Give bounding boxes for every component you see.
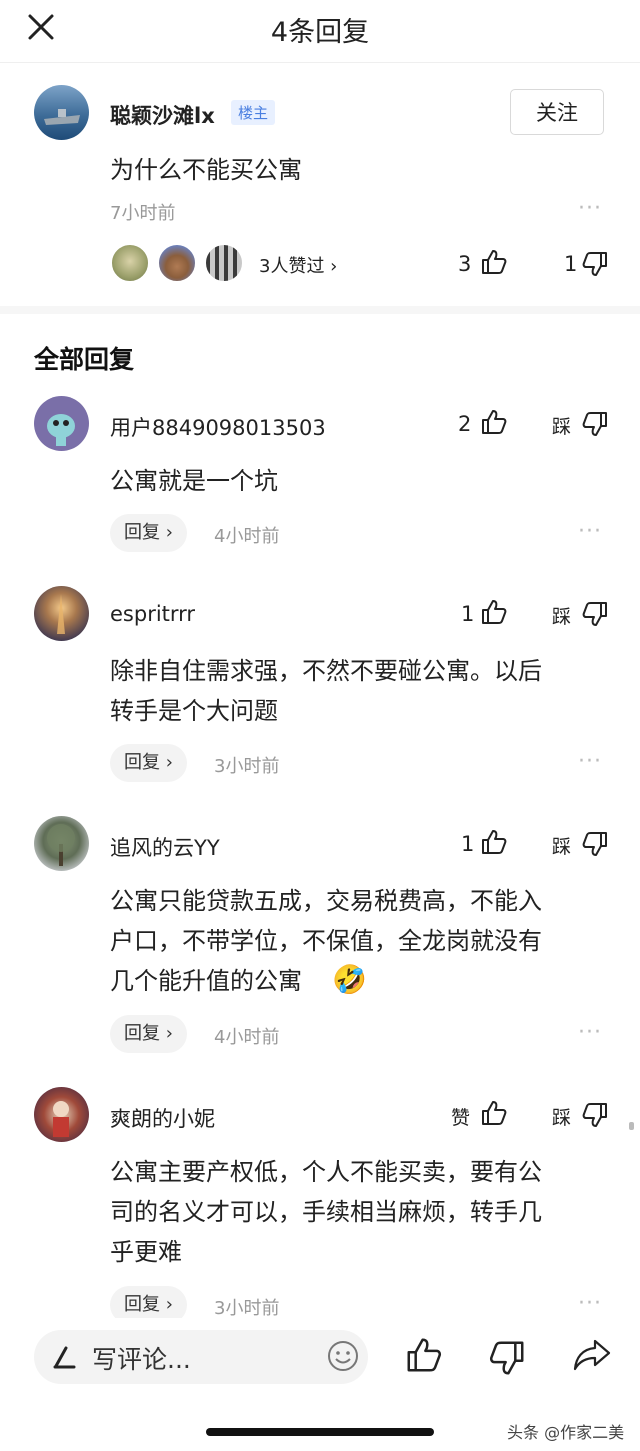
thumb-down-icon[interactable] [582, 411, 608, 437]
thumb-down-icon[interactable] [582, 601, 608, 627]
post-time: 7小时前 [110, 203, 176, 224]
follow-button[interactable]: 关注 [510, 89, 604, 135]
dislike-label: 踩 [552, 836, 572, 858]
section-divider [0, 306, 640, 314]
more-icon[interactable]: ··· [578, 196, 602, 221]
more-icon[interactable]: ··· [578, 1020, 602, 1045]
thumb-down-icon[interactable] [489, 1340, 525, 1376]
liker-avatar [204, 243, 244, 283]
more-icon[interactable]: ··· [578, 749, 602, 774]
reply-user[interactable]: espritrrr [110, 602, 195, 626]
emoji-icon[interactable] [327, 1340, 359, 1372]
like-count: 3 [458, 252, 472, 276]
reply-time: 4小时前 [214, 526, 280, 547]
reply-text: 乎更难 [110, 1238, 182, 1266]
avatar[interactable] [34, 816, 89, 871]
op-badge: 楼主 [231, 100, 276, 125]
reply-user[interactable]: 追风的云YY [110, 832, 220, 862]
like-count: 1 [461, 832, 475, 856]
reply-time: 4小时前 [214, 1027, 280, 1048]
reply-text: 转手是个大问题 [110, 697, 278, 725]
reply-text: 司的名义才可以，手续相当麻烦，转手几 [110, 1198, 542, 1226]
like-count: 1 [461, 602, 475, 626]
thumb-down-icon[interactable] [582, 831, 608, 857]
reply-user[interactable]: 用户8849098013503 [110, 412, 326, 442]
reply-text: 公寓只能贷款五成，交易税费高，不能入 [110, 887, 542, 915]
laughing-emoji-icon: 🤣 [332, 963, 367, 996]
reply-button[interactable]: 回复 › [110, 1015, 187, 1053]
reply-text: 几个能升值的公寓 [110, 967, 302, 995]
comment-input[interactable] [34, 1330, 368, 1384]
dislike-label: 踩 [552, 606, 572, 628]
page-title: 4条回复 [270, 17, 370, 48]
more-icon[interactable]: ··· [578, 1291, 602, 1316]
reply-button[interactable]: 回复 › [110, 744, 187, 782]
more-icon[interactable]: ··· [578, 519, 602, 544]
avatar[interactable] [34, 586, 89, 641]
pen-icon [52, 1344, 78, 1370]
post-author[interactable]: 聪颖沙滩lx [110, 100, 215, 130]
avatar[interactable] [34, 85, 89, 140]
section-title: 全部回复 [34, 345, 135, 374]
like-label: 赞 [451, 1107, 471, 1129]
thumb-up-icon[interactable] [481, 409, 507, 435]
reply-text: 户口，不带学位，不保值，全龙岗就没有 [110, 927, 542, 955]
scrollbar[interactable] [629, 1122, 634, 1130]
thumb-up-icon[interactable] [481, 249, 507, 275]
dislike-label: 踩 [552, 416, 572, 438]
thumb-down-icon[interactable] [582, 1102, 608, 1128]
reply-text: 公寓主要产权低，个人不能买卖，要有公 [110, 1158, 542, 1186]
liked-by-link[interactable]: 3人赞过 › [259, 252, 337, 278]
reply-text: 公寓就是一个坑 [110, 467, 278, 495]
reply-button[interactable]: 回复 › [110, 514, 187, 552]
liker-avatar [157, 243, 197, 283]
avatar[interactable] [34, 1087, 89, 1142]
dislike-count: 1 [564, 252, 578, 276]
thumb-up-icon[interactable] [481, 1100, 507, 1126]
watermark: 头条 @作家二美 [507, 1423, 625, 1442]
thumb-up-icon[interactable] [406, 1337, 442, 1373]
share-icon[interactable] [572, 1337, 612, 1373]
home-indicator [206, 1428, 434, 1436]
reply-text: 除非自住需求强，不然不要碰公寓。以后 [110, 657, 542, 685]
liker-avatar [110, 243, 150, 283]
avatar[interactable] [34, 396, 89, 451]
comment-placeholder[interactable]: 写评论... [92, 1340, 191, 1376]
thumb-up-icon[interactable] [481, 829, 507, 855]
reply-time: 3小时前 [214, 756, 280, 777]
reply-user[interactable]: 爽朗的小妮 [110, 1103, 215, 1133]
post-content: 为什么不能买公寓 [110, 156, 302, 184]
thumb-down-icon[interactable] [582, 251, 608, 277]
thumb-up-icon[interactable] [481, 599, 507, 625]
dislike-label: 踩 [552, 1107, 572, 1129]
like-count: 2 [458, 412, 472, 436]
reply-time: 3小时前 [214, 1298, 280, 1319]
